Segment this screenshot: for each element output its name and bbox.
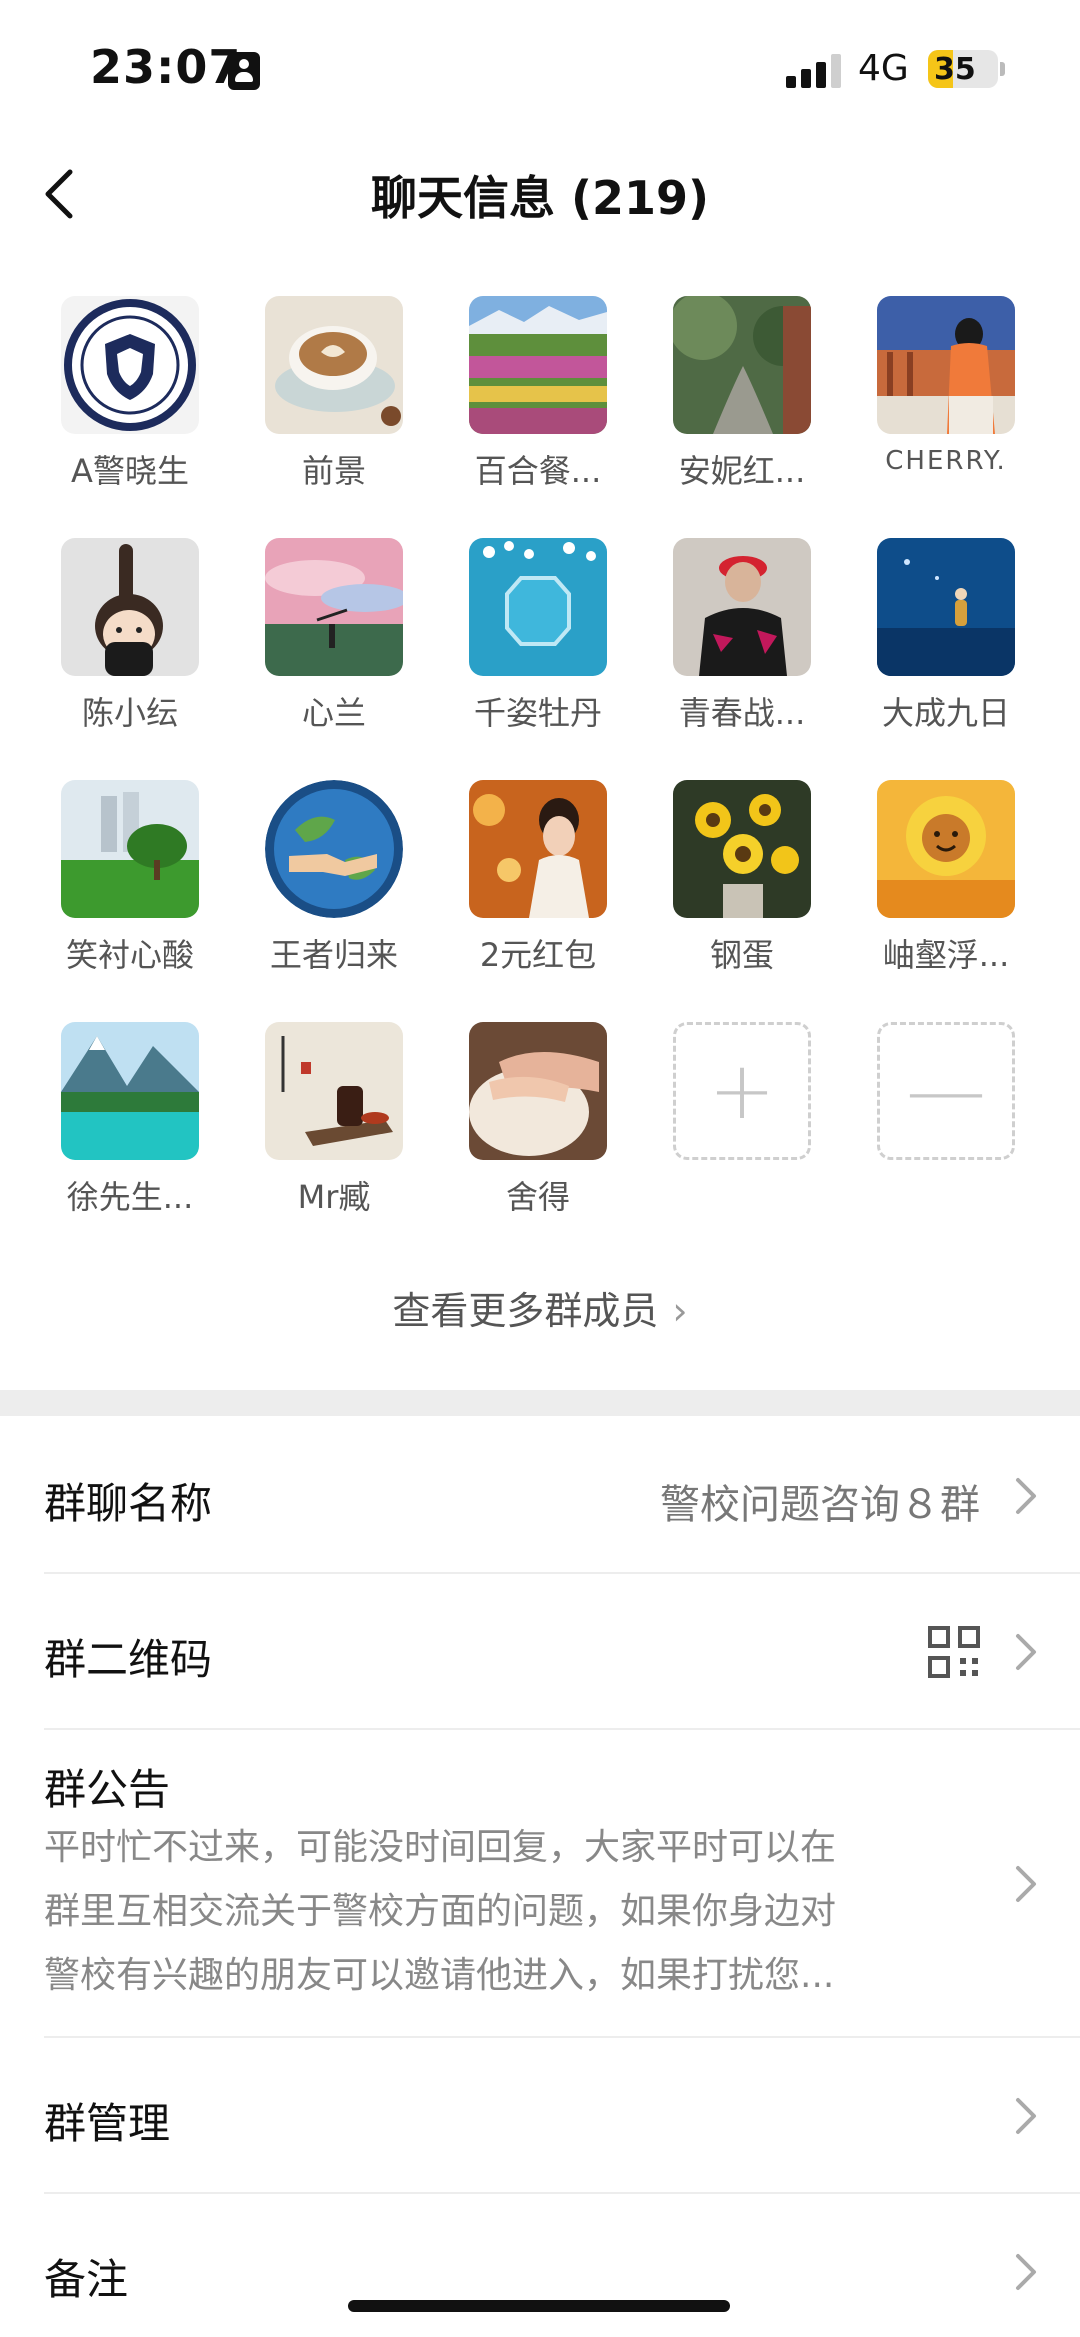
qr-code-row[interactable]: 群二维码 [44,1574,1080,1730]
group-name-value: 警校问题咨询８群 [660,1482,980,1528]
remark-row[interactable]: 备注 [44,2194,1080,2337]
member-name: 笑衬心酸 [65,936,194,974]
man-red-cap-icon [673,538,811,676]
member-name: 青春战... [678,694,806,732]
group-name-row[interactable]: 群聊名称 警校问题咨询８群 [44,1418,1080,1574]
tree-lawn-icon [61,780,199,918]
member-name: 岫壑浮... [882,936,1010,974]
chevron-right-icon [1016,1634,1036,1670]
home-indicator[interactable] [348,2300,730,2312]
battery-icon: 35 [928,50,998,88]
sunflower-face-icon [877,780,1015,918]
add-member-button[interactable]: + [642,1022,842,1160]
blue-window-icon [469,538,607,676]
member-item[interactable]: 2元红包 [438,780,638,976]
network-type: 4G [858,48,909,89]
member-name: 百合餐... [474,452,602,490]
group-name-label: 群聊名称 [44,1479,213,1528]
coffee-cup-icon [265,296,403,434]
nav-bar: 聊天信息 (219) [0,140,1080,250]
group-notice-label: 群公告 [44,1765,171,1814]
member-name: 千姿牡丹 [473,694,602,732]
signal-icon [786,54,842,88]
sky-field-icon [265,538,403,676]
member-item[interactable]: 大成九日 [846,538,1046,734]
woman-candles-icon [469,780,607,918]
sunflowers-icon [673,780,811,918]
night-sea-icon [877,538,1015,676]
qr-code-label: 群二维码 [44,1635,213,1684]
member-item[interactable]: 陈小纭 [30,538,230,734]
police-badge-icon [61,296,199,434]
member-name: 心兰 [301,694,366,732]
group-notice-row[interactable]: 群公告 平时忙不过来，可能没时间回复，大家平时可以在 群里互相交流关于警校方面的… [44,1730,1080,2038]
member-item[interactable]: 青春战... [642,538,842,734]
group-notice-text: 平时忙不过来，可能没时间回复，大家平时可以在 群里互相交流关于警校方面的问题，如… [44,1827,837,1996]
member-item[interactable]: 百合餐... [438,296,638,492]
remark-label: 备注 [44,2255,129,2304]
member-name: 2元红包 [479,936,597,974]
girl-balcony-icon [877,296,1015,434]
member-name: 大成九日 [881,694,1010,732]
group-manage-row[interactable]: 群管理 [44,2038,1080,2194]
member-name: 钢蛋 [709,936,774,974]
member-item[interactable]: 笑衬心酸 [30,780,230,976]
cartoon-girl-icon [61,538,199,676]
member-item[interactable]: 徐先生... [30,1022,230,1218]
chevron-right-icon [1016,2098,1036,2134]
member-item[interactable]: 钢蛋 [642,780,842,976]
member-item[interactable]: 安妮红... [642,296,842,492]
page-title: 聊天信息 (219) [370,171,710,225]
view-more-label: 查看更多群成员 [392,1289,659,1333]
qr-code-icon [928,1626,980,1678]
member-item[interactable]: 王者归来 [234,780,434,976]
contact-card-icon [228,52,260,90]
member-item[interactable]: A警晓生 [30,296,230,492]
flower-field-icon [469,296,607,434]
member-name: Mr臧 [297,1178,371,1216]
member-name: 舍得 [505,1178,570,1216]
battery-tip [1000,62,1005,76]
tea-set-icon [265,1022,403,1160]
chevron-right-icon [1016,1866,1036,1902]
view-more-members-link[interactable]: 查看更多群成员 › [0,1280,1080,1335]
member-item[interactable]: Mr臧 [234,1022,434,1218]
chevron-right-icon [1016,2254,1036,2290]
chevron-right-icon [1016,1478,1036,1514]
plus-icon[interactable]: + [673,1022,811,1160]
member-item[interactable]: CHERRY. [846,296,1046,476]
minus-icon[interactable]: — [877,1022,1015,1160]
battery-level: 35 [934,52,976,87]
member-name: A警晓生 [71,452,189,490]
member-item[interactable]: 岫壑浮... [846,780,1046,976]
member-name: 徐先生... [66,1178,194,1216]
member-name: 陈小纭 [81,694,178,732]
status-bar: 23:07 4G 35 [0,0,1080,140]
member-item[interactable]: 心兰 [234,538,434,734]
section-divider [0,1390,1080,1416]
garden-path-icon [673,296,811,434]
member-name: 王者归来 [269,936,398,974]
mountain-lake-icon [61,1022,199,1160]
member-name: 安妮红... [678,452,806,490]
remove-member-button[interactable]: — [846,1022,1046,1160]
member-item[interactable]: 千姿牡丹 [438,538,638,734]
baby-hand-icon [469,1022,607,1160]
member-name: 前景 [301,452,366,490]
member-item[interactable]: 前景 [234,296,434,492]
group-manage-label: 群管理 [44,2099,171,2148]
member-item[interactable]: 舍得 [438,1022,638,1218]
member-name: CHERRY. [885,446,1007,476]
chevron-right-icon: › [672,1289,688,1333]
status-time: 23:07 [90,40,242,94]
globe-handshake-icon [265,780,403,918]
